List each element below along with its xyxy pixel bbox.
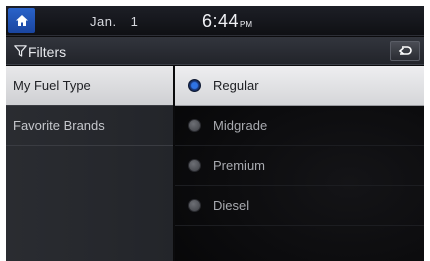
date-display: Jan. 1 [90, 14, 138, 29]
radio-unselected-icon [188, 119, 201, 132]
clock-time: 6:44 [202, 11, 240, 31]
date-day: 1 [130, 14, 139, 29]
fuel-option-label: Midgrade [213, 118, 268, 133]
sidebar-item-favorite-brands[interactable]: Favorite Brands [6, 106, 173, 146]
fuel-option-diesel[interactable]: Diesel [175, 186, 424, 226]
clock-ampm: PM [240, 20, 253, 29]
home-button[interactable] [8, 8, 35, 33]
fuel-option-label: Regular [213, 78, 259, 93]
fuel-option-label: Diesel [213, 198, 250, 213]
back-button[interactable] [390, 41, 420, 61]
fuel-option-label: Premium [213, 158, 266, 173]
back-arrow-icon [398, 46, 412, 55]
fuel-option-regular[interactable]: Regular [175, 66, 424, 106]
sidebar-item-my-fuel-type[interactable]: My Fuel Type [6, 66, 173, 106]
date-month: Jan. [90, 14, 117, 29]
home-icon [15, 15, 28, 26]
clock: 6:44PM [202, 11, 252, 32]
radio-unselected-icon [188, 159, 201, 172]
radio-unselected-icon [188, 199, 201, 212]
filter-icon [14, 45, 27, 57]
fuel-type-options: Regular Midgrade Premium Diesel [175, 66, 424, 261]
filter-category-list: My Fuel Type Favorite Brands [6, 66, 174, 261]
fuel-option-premium[interactable]: Premium [175, 146, 424, 186]
screen-frame: Jan. 1 6:44PM Filters My Fuel Type Favori… [6, 6, 424, 261]
status-bar: Jan. 1 6:44PM [6, 6, 424, 36]
page-header: Filters [6, 37, 424, 65]
page-title: Filters [28, 44, 67, 60]
radio-selected-icon [188, 79, 201, 92]
sidebar-item-label: My Fuel Type [13, 78, 91, 93]
sidebar-item-label: Favorite Brands [13, 118, 105, 133]
fuel-option-midgrade[interactable]: Midgrade [175, 106, 424, 146]
